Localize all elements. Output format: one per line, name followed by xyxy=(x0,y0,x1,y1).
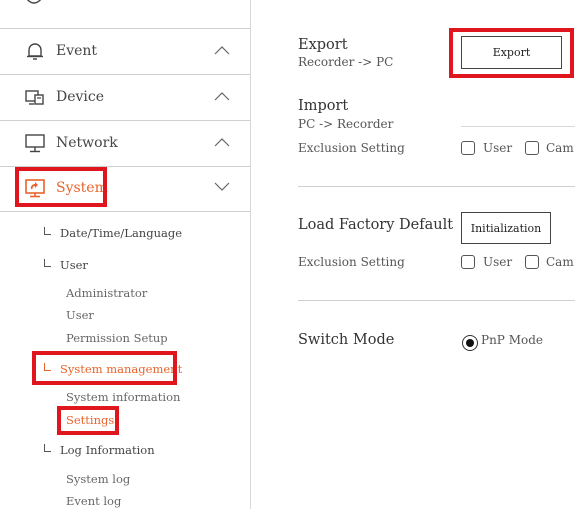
factory-default-title: Load Factory Default xyxy=(298,217,454,233)
import-title: Import xyxy=(298,98,349,114)
device-icon xyxy=(25,90,44,105)
export-title: Export xyxy=(298,37,348,53)
pnp-mode-label: PnP Mode xyxy=(481,333,543,347)
chevron-up-icon[interactable] xyxy=(214,45,230,55)
submenu-user-sub[interactable]: User xyxy=(66,308,94,322)
section-divider xyxy=(298,186,575,187)
sidebar-item-label: Network xyxy=(56,135,118,151)
factory-exclusion-label: Exclusion Setting xyxy=(298,255,405,269)
monitor-icon xyxy=(25,134,45,153)
submenu-permission-setup[interactable]: Permission Setup xyxy=(66,331,168,345)
chevron-up-icon[interactable] xyxy=(214,137,230,147)
system-highlight-box xyxy=(15,167,107,207)
factory-camera-label: Cam xyxy=(546,255,574,269)
import-exclusion-label: Exclusion Setting xyxy=(298,141,405,155)
sidebar-item-device[interactable]: Device xyxy=(0,75,250,121)
tree-branch-icon xyxy=(44,444,51,452)
import-camera-checkbox[interactable] xyxy=(525,141,539,155)
collapsed-menu-icon xyxy=(26,0,42,4)
tree-branch-icon xyxy=(44,227,51,235)
import-subtitle: PC -> Recorder xyxy=(298,117,394,131)
submenu-label: Log Information xyxy=(60,443,155,457)
chevron-up-icon[interactable] xyxy=(214,91,230,101)
import-camera-label: Cam xyxy=(546,141,574,155)
import-divider xyxy=(461,126,575,127)
submenu-date-time-language[interactable]: Date/Time/Language xyxy=(44,226,182,240)
export-button-highlight xyxy=(449,28,574,78)
submenu-label: Date/Time/Language xyxy=(60,226,183,240)
factory-user-label: User xyxy=(483,255,513,269)
sidebar-item-label: Device xyxy=(56,89,105,105)
import-user-checkbox[interactable] xyxy=(461,141,475,155)
system-management-highlight xyxy=(32,351,177,385)
sidebar-top-stub xyxy=(0,0,250,29)
submenu-log-information[interactable]: Log Information xyxy=(44,443,155,457)
sidebar-item-event[interactable]: Event xyxy=(0,29,250,75)
bell-icon xyxy=(27,43,43,60)
sidebar: Event Device Network System Date/Time/La… xyxy=(0,0,251,509)
settings-highlight xyxy=(57,406,119,435)
import-user-label: User xyxy=(483,141,513,155)
sidebar-item-network[interactable]: Network xyxy=(0,121,250,167)
submenu-system-information[interactable]: System information xyxy=(66,390,180,404)
radio-selected-dot xyxy=(466,339,474,347)
factory-camera-checkbox[interactable] xyxy=(525,255,539,269)
submenu-event-log[interactable]: Event log xyxy=(66,494,121,508)
submenu-user[interactable]: User xyxy=(44,258,88,272)
pnp-mode-radio[interactable] xyxy=(462,335,478,351)
switch-mode-title: Switch Mode xyxy=(298,332,395,348)
submenu-system-log[interactable]: System log xyxy=(66,472,130,486)
submenu-label: User xyxy=(60,258,88,272)
submenu-administrator[interactable]: Administrator xyxy=(66,286,147,300)
export-subtitle: Recorder -> PC xyxy=(298,55,394,69)
settings-panel: Export Recorder -> PC Export Import PC -… xyxy=(251,0,575,509)
initialization-button[interactable]: Initialization xyxy=(461,212,551,244)
sidebar-item-label: Event xyxy=(56,43,98,59)
tree-branch-icon xyxy=(44,259,51,267)
chevron-down-icon[interactable] xyxy=(214,182,230,192)
section-divider xyxy=(298,300,575,301)
factory-user-checkbox[interactable] xyxy=(461,255,475,269)
